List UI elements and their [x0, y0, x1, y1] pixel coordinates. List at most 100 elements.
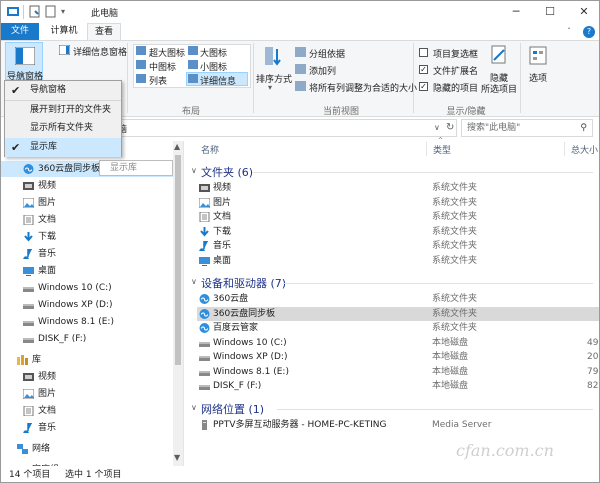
new-folder-icon[interactable]: [45, 5, 57, 18]
fit-columns-button[interactable]: 将所有列调整为合适的大小: [309, 81, 417, 94]
column-size-header[interactable]: 总大小: [571, 143, 598, 157]
quick-access-dropdown-icon[interactable]: ▾: [61, 7, 65, 16]
collapse-ribbon-icon[interactable]: ˆ: [567, 27, 571, 36]
nav-item[interactable]: 图片: [1, 386, 173, 402]
add-column-button[interactable]: 添加列: [309, 64, 336, 77]
nav-pane-dropdown-menu: ✔ 导航窗格 展开到打开的文件夹 显示所有文件夹 ✔ 显示库: [4, 80, 122, 157]
nav-item[interactable]: DISK_F (F:): [1, 331, 173, 347]
file-row[interactable]: 百度云管家 系统文件夹: [197, 321, 599, 335]
file-row[interactable]: 桌面 系统文件夹: [197, 254, 599, 268]
nav-item[interactable]: 网络: [1, 441, 173, 457]
file-type: 系统文件夹: [432, 308, 478, 319]
app-icon[interactable]: [7, 6, 19, 17]
sort-button[interactable]: 排序方式: [256, 72, 292, 85]
file-row[interactable]: PPTV多屏互动服务器 - HOME-PC-KETING Media Server: [197, 418, 599, 432]
column-type-header[interactable]: 类型: [433, 143, 451, 157]
nav-item[interactable]: 视频: [1, 178, 173, 194]
file-extensions-label: 文件扩展名: [433, 67, 479, 77]
hidden-items-checkbox[interactable]: ✓: [419, 82, 428, 91]
layout-details-label: 详细信息: [200, 77, 237, 87]
collapse-group-icon[interactable]: ∨: [191, 166, 197, 175]
file-row[interactable]: 下载 系统文件夹: [197, 225, 599, 239]
cloud-icon: [23, 164, 34, 174]
tab-file[interactable]: 文件: [1, 23, 39, 40]
tab-view[interactable]: 查看: [87, 23, 121, 40]
menu-item[interactable]: 显示所有文件夹: [5, 119, 121, 138]
item-checkboxes-label: 项目复选框: [433, 50, 479, 60]
nav-item[interactable]: 桌面: [1, 263, 173, 279]
nav-item[interactable]: 音乐: [1, 420, 173, 436]
details-pane-button[interactable]: 详细信息窗格: [73, 45, 127, 58]
properties-icon[interactable]: [29, 5, 41, 18]
nav-scrollbar[interactable]: ▲ ▼: [173, 141, 183, 466]
nav-item[interactable]: 音乐: [1, 246, 173, 262]
chevron-down-icon[interactable]: ∨: [434, 123, 440, 132]
scroll-up-icon[interactable]: ▲: [174, 142, 180, 151]
chevron-down-icon: ▾: [268, 83, 273, 92]
column-divider[interactable]: [426, 142, 427, 156]
close-button[interactable]: ✕: [567, 1, 599, 23]
nav-item[interactable]: 文档: [1, 212, 173, 228]
file-size: 79.: [587, 366, 600, 377]
nav-item[interactable]: Windows 8.1 (E:): [1, 314, 173, 330]
tab-computer[interactable]: 计算机: [41, 23, 87, 40]
search-icon[interactable]: ⚲: [580, 120, 587, 136]
list-icon: [136, 74, 146, 83]
document-icon: [23, 215, 34, 225]
nav-item[interactable]: 图片: [1, 195, 173, 211]
drive-icon: [199, 370, 210, 376]
group-header[interactable]: 设备和驱动器 (7): [201, 275, 286, 291]
nav-item[interactable]: Windows XP (D:): [1, 297, 173, 313]
file-row[interactable]: Windows 10 (C:) 本地磁盘 49.: [197, 336, 600, 350]
collapse-group-icon[interactable]: ∨: [191, 403, 197, 412]
menu-item[interactable]: ✔ 显示库: [5, 138, 121, 157]
group-header[interactable]: 网络位置 (1): [201, 401, 264, 417]
layout-medium-option[interactable]: 中图标: [149, 60, 176, 73]
file-row[interactable]: Windows XP (D:) 本地磁盘 20.: [197, 350, 599, 364]
nav-scroll-thumb[interactable]: [175, 155, 181, 365]
file-row[interactable]: 360云盘同步板 系统文件夹: [197, 306, 599, 321]
collapse-group-icon[interactable]: ∨: [191, 277, 197, 286]
menu-item[interactable]: ✔ 导航窗格: [5, 81, 121, 100]
group-by-button[interactable]: 分组依据: [309, 47, 345, 60]
column-name-header[interactable]: 名称: [201, 143, 219, 157]
minimize-button[interactable]: ─: [499, 1, 533, 23]
details-icon: [188, 74, 198, 83]
file-extensions-checkbox[interactable]: ✓: [419, 65, 428, 74]
file-name: 视频: [213, 183, 232, 193]
file-row[interactable]: 图片 系统文件夹: [197, 196, 599, 210]
group-header[interactable]: 文件夹 (6): [201, 164, 253, 180]
menu-item[interactable]: 展开到打开的文件夹: [5, 100, 121, 119]
item-checkboxes-checkbox[interactable]: [419, 48, 428, 57]
nav-item[interactable]: 库: [1, 352, 173, 368]
group-divider: [277, 408, 593, 410]
layout-large-option[interactable]: 大图标: [200, 46, 227, 59]
file-row[interactable]: 文档 系统文件夹: [197, 210, 599, 224]
tooltip-text: 显示库: [110, 163, 138, 173]
file-type: 本地磁盘: [432, 381, 469, 391]
layout-list-option[interactable]: 列表: [149, 74, 167, 87]
file-row[interactable]: 视频 系统文件夹: [197, 181, 599, 195]
nav-item[interactable]: 视频: [1, 369, 173, 385]
file-name: DISK_F (F:): [213, 381, 262, 391]
search-input[interactable]: 搜索"此电脑" ⚲: [461, 119, 593, 137]
nav-item[interactable]: 下载: [1, 229, 173, 245]
file-row[interactable]: 360云盘 系统文件夹: [197, 292, 599, 306]
options-button[interactable]: 选项: [529, 71, 547, 84]
nav-item[interactable]: 文档: [1, 403, 173, 419]
scroll-down-icon[interactable]: ▼: [174, 453, 180, 462]
file-name: PPTV多屏互动服务器 - HOME-PC-KETING: [213, 419, 387, 430]
file-type: 系统文件夹: [432, 183, 478, 193]
layout-xlarge-option[interactable]: 超大图标: [149, 46, 185, 59]
file-size: 49.: [587, 337, 600, 348]
help-icon[interactable]: ?: [583, 26, 595, 38]
file-row[interactable]: 音乐 系统文件夹: [197, 239, 599, 253]
nav-item[interactable]: Windows 10 (C:): [1, 280, 173, 296]
address-bar[interactable]: 脑 ∨ ↻: [118, 119, 457, 137]
file-row[interactable]: Windows 8.1 (E:) 本地磁盘 79.: [197, 365, 600, 379]
maximize-button[interactable]: ☐: [533, 1, 567, 23]
video-icon: [23, 182, 34, 190]
refresh-icon[interactable]: ↻: [446, 122, 454, 133]
column-divider[interactable]: [564, 142, 565, 156]
file-row[interactable]: DISK_F (F:) 本地磁盘 82.: [197, 379, 599, 393]
